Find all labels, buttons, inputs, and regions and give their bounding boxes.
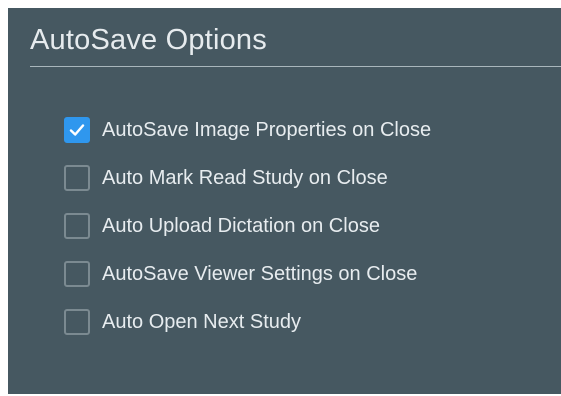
option-label: AutoSave Viewer Settings on Close: [102, 263, 418, 285]
option-auto-open-next-study[interactable]: Auto Open Next Study: [64, 298, 431, 346]
option-label: AutoSave Image Properties on Close: [102, 119, 432, 141]
options-list: AutoSave Image Properties on Close Auto …: [64, 106, 431, 346]
autosave-viewer-settings-checkbox[interactable]: [64, 261, 90, 287]
option-label: Auto Mark Read Study on Close: [102, 167, 388, 189]
title-divider: [30, 66, 561, 67]
option-label: Auto Upload Dictation on Close: [102, 215, 380, 237]
option-autosave-image-properties[interactable]: AutoSave Image Properties on Close: [64, 106, 431, 154]
autosave-image-properties-checkbox[interactable]: [64, 117, 90, 143]
checkmark-icon: [69, 124, 85, 136]
option-auto-upload-dictation[interactable]: Auto Upload Dictation on Close: [64, 202, 431, 250]
panel-title: AutoSave Options: [30, 24, 267, 56]
auto-upload-dictation-checkbox[interactable]: [64, 213, 90, 239]
option-autosave-viewer-settings[interactable]: AutoSave Viewer Settings on Close: [64, 250, 431, 298]
option-label: Auto Open Next Study: [102, 311, 302, 333]
auto-open-next-study-checkbox[interactable]: [64, 309, 90, 335]
autosave-options-panel: AutoSave Options AutoSave Image Properti…: [8, 8, 561, 394]
option-auto-mark-read-study[interactable]: Auto Mark Read Study on Close: [64, 154, 431, 202]
auto-mark-read-study-checkbox[interactable]: [64, 165, 90, 191]
